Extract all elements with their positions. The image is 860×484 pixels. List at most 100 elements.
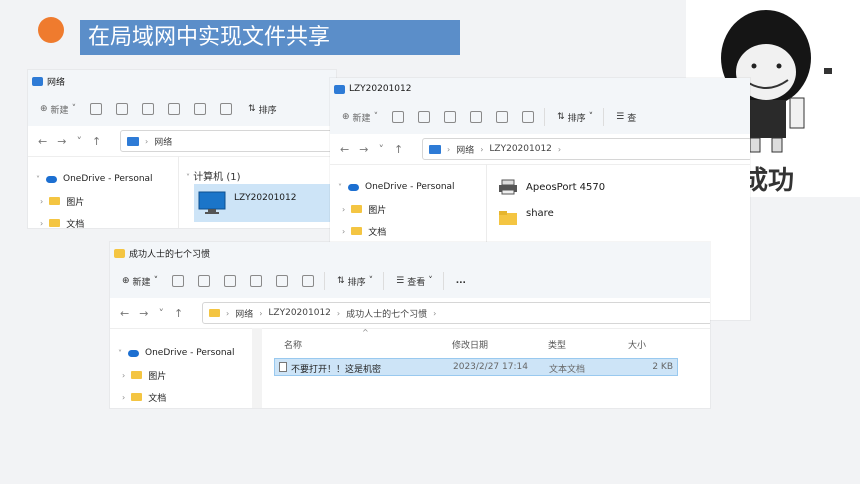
sidebar-item-pictures[interactable]: › 图片 [330,198,480,220]
printer-icon [499,179,517,195]
copy-icon[interactable] [198,275,211,287]
sort-button[interactable]: ⇅ 排序 ˅ [337,275,373,288]
paste-icon[interactable] [142,103,155,115]
printer-item[interactable]: ApeosPort 4570 [498,176,605,198]
copy-icon[interactable] [418,111,431,123]
paste-icon[interactable] [444,111,457,123]
window-folder[interactable]: 成功人士的七个习惯 ⊕ 新建 ˅ ⇅ 排序 ˅ ☰ 查看 ˅ ... ← → ˅… [110,242,710,408]
new-button[interactable]: ⊕ 新建 ˅ [122,275,158,288]
share-icon[interactable] [276,275,289,287]
share-icon[interactable] [194,103,207,115]
computer-name: LZY20201012 [234,193,297,203]
sidebar-label: 图片 [66,197,85,208]
folder-icon [351,205,363,213]
window-network[interactable]: 网络 ⊕ 新建 ˅ ⇅ 排序 ← → ˅ ↑ › 网络 ˅ OneDrive - P… [28,70,336,228]
copy-icon[interactable] [116,103,129,115]
up-icon[interactable]: ↑ [92,135,101,148]
command-bar: ⊕ 新建 ˅ ⇅ 排序 ˅ ☰ 查 [330,100,750,134]
sort-label: 排序 [347,277,366,288]
breadcrumb-network[interactable]: 网络 [154,135,172,148]
up-icon[interactable]: ↑ [394,143,403,156]
sidebar-label: OneDrive - Personal [145,348,235,358]
sidebar-item-documents[interactable]: › 文档 [28,212,168,229]
network-icon [429,144,441,154]
rename-icon[interactable] [470,111,483,123]
nav-pane: ˅ OneDrive - Personal › 图片 › 文档 [28,168,168,228]
back-icon[interactable]: ← [38,135,47,148]
cut-icon[interactable] [90,103,103,115]
column-name[interactable]: 名称 [284,338,302,351]
new-label: 新建 [132,277,151,288]
address-bar[interactable]: › 网络 › LZY20201012 › [422,138,750,160]
share-icon[interactable] [496,111,509,123]
computer-item[interactable]: LZY20201012 [194,184,336,222]
column-date[interactable]: 修改日期 [452,338,488,351]
toolbar-separator [544,108,546,126]
chevron-down-icon[interactable]: ˅ [76,135,82,148]
pane-divider [178,156,179,228]
window-title: LZY20201012 [349,84,412,94]
up-icon[interactable]: ↑ [174,307,183,320]
rename-icon[interactable] [168,103,181,115]
new-button[interactable]: ⊕ 新建 ˅ [40,103,76,116]
sidebar-label: 文档 [66,219,85,229]
chevron-down-icon: ˅ [36,174,40,184]
sidebar-item-pictures[interactable]: › 图片 [28,190,168,212]
column-size[interactable]: 大小 [628,338,646,351]
sidebar-item-onedrive[interactable]: ˅ OneDrive - Personal [330,176,480,198]
new-label: 新建 [50,105,69,116]
breadcrumb-computer[interactable]: LZY20201012 [268,308,331,318]
toolbar-separator [603,108,605,126]
window-titlebar[interactable]: 成功人士的七个习惯 [110,242,710,264]
printer-name: ApeosPort 4570 [526,181,606,193]
address-bar[interactable]: › 网络 › LZY20201012 › 成功人士的七个习惯 › [202,302,710,324]
cut-icon[interactable] [392,111,405,123]
sidebar-item-documents[interactable]: › 文档 [110,386,250,408]
sidebar-item-pictures[interactable]: › 图片 [110,364,250,386]
view-button[interactable]: ☰ 查 [616,111,636,124]
back-icon[interactable]: ← [120,307,129,320]
sort-button[interactable]: ⇅ 排序 ˅ [557,111,593,124]
window-title: 网络 [47,77,66,88]
chevron-down-icon[interactable]: ˅ [378,143,384,156]
forward-icon[interactable]: → [139,307,148,320]
rename-icon[interactable] [250,275,263,287]
shared-folder-icon [499,211,517,225]
view-label: 查 [627,113,637,124]
breadcrumb-computer[interactable]: LZY20201012 [489,144,552,154]
new-button[interactable]: ⊕ 新建 ˅ [342,111,378,124]
address-bar[interactable]: › 网络 [120,130,336,152]
back-icon[interactable]: ← [340,143,349,156]
chevron-right-icon: › [342,204,346,214]
slide-title: 在局域网中实现文件共享 [80,20,460,55]
forward-icon[interactable]: → [359,143,368,156]
forward-icon[interactable]: → [57,135,66,148]
text-file-icon [279,362,287,372]
sort-button[interactable]: ⇅ 排序 [248,103,277,116]
window-titlebar[interactable]: LZY20201012 [330,78,750,100]
sidebar-label: OneDrive - Personal [63,174,153,184]
folder-icon [49,197,61,205]
cut-icon[interactable] [172,275,185,287]
column-type[interactable]: 类型 [548,338,566,351]
chevron-down-icon: ˅ [338,182,342,192]
window-titlebar[interactable]: 网络 [28,70,336,92]
folder-icon [49,219,61,227]
group-header[interactable]: ˅ 计算机 (1) [186,168,241,183]
sidebar-item-onedrive[interactable]: ˅ OneDrive - Personal [110,342,250,364]
table-row[interactable]: 不要打开！！这是机密 2023/2/27 17:14 文本文档 2 KB [274,358,678,376]
paste-icon[interactable] [224,275,237,287]
file-name: 不要打开！！这是机密 [291,365,382,375]
more-button[interactable]: ... [456,276,466,286]
view-button[interactable]: ☰ 查看 ˅ [396,275,433,288]
sidebar-item-onedrive[interactable]: ˅ OneDrive - Personal [28,168,168,190]
breadcrumb-folder[interactable]: 成功人士的七个习惯 [346,307,427,320]
chevron-down-icon[interactable]: ˅ [158,307,164,320]
delete-icon[interactable] [522,111,535,123]
delete-icon[interactable] [220,103,233,115]
breadcrumb-network[interactable]: 网络 [456,143,474,156]
share-folder-item[interactable]: share [498,208,554,232]
delete-icon[interactable] [302,275,315,287]
sidebar-item-documents[interactable]: › 文档 [330,220,480,242]
breadcrumb-network[interactable]: 网络 [235,307,253,320]
